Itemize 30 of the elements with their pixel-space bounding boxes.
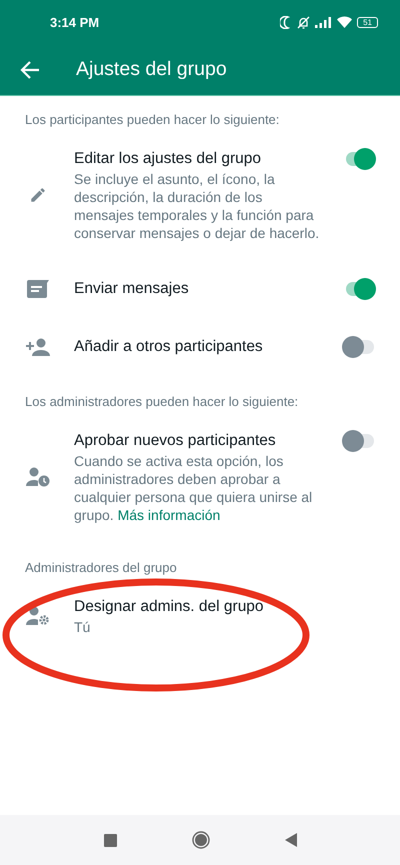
setting-title: Editar los ajustes del grupo: [74, 149, 262, 169]
section-header: Los administradores pueden hacer lo siguiente:: [24, 394, 300, 410]
toggle-switch[interactable]: [342, 336, 376, 358]
setting-title: Añadir a otros participantes: [74, 337, 264, 357]
status-time: 3:14 PM: [50, 14, 100, 30]
section-header: Los participantes pueden hacer lo siguiente:: [24, 112, 280, 128]
muted-bell-icon: [297, 16, 310, 28]
setting-description: Cuando se activa esta opción, los administradores deben aprobar a cualquier persona que quiera unirse al grupo. Más información: [74, 452, 314, 524]
setting-subtitle: Tú: [74, 618, 92, 636]
battery-indicator: 51: [357, 16, 378, 28]
person-gear-icon: [26, 606, 50, 626]
add-person-icon: [26, 338, 50, 356]
message-icon: [27, 280, 49, 298]
setting-title: Aprobar nuevos participantes: [74, 431, 277, 451]
toggle-switch[interactable]: [342, 430, 376, 452]
recents-icon[interactable]: [104, 834, 116, 846]
home-icon[interactable]: [192, 831, 210, 849]
setting-description: Se incluye el asunto, el ícono, la descripción, la duración de los mensajes temporales y la función para conservar mensajes o dejar de hacerlo.: [74, 170, 320, 242]
setting-title: Designar admins. del grupo: [74, 597, 265, 617]
more-info-link[interactable]: Más información: [118, 507, 220, 523]
section-header: Administradores del grupo: [24, 560, 178, 576]
back-icon[interactable]: [284, 833, 296, 847]
screen-title: Ajustes del grupo: [76, 58, 227, 81]
person-clock-icon: [26, 467, 50, 487]
signal-icon: [315, 16, 332, 28]
moon-icon: [280, 16, 292, 28]
setting-title: Enviar mensajes: [74, 279, 190, 299]
pencil-icon: [29, 186, 47, 204]
back-button[interactable]: [20, 60, 40, 78]
wifi-icon: [337, 16, 352, 28]
